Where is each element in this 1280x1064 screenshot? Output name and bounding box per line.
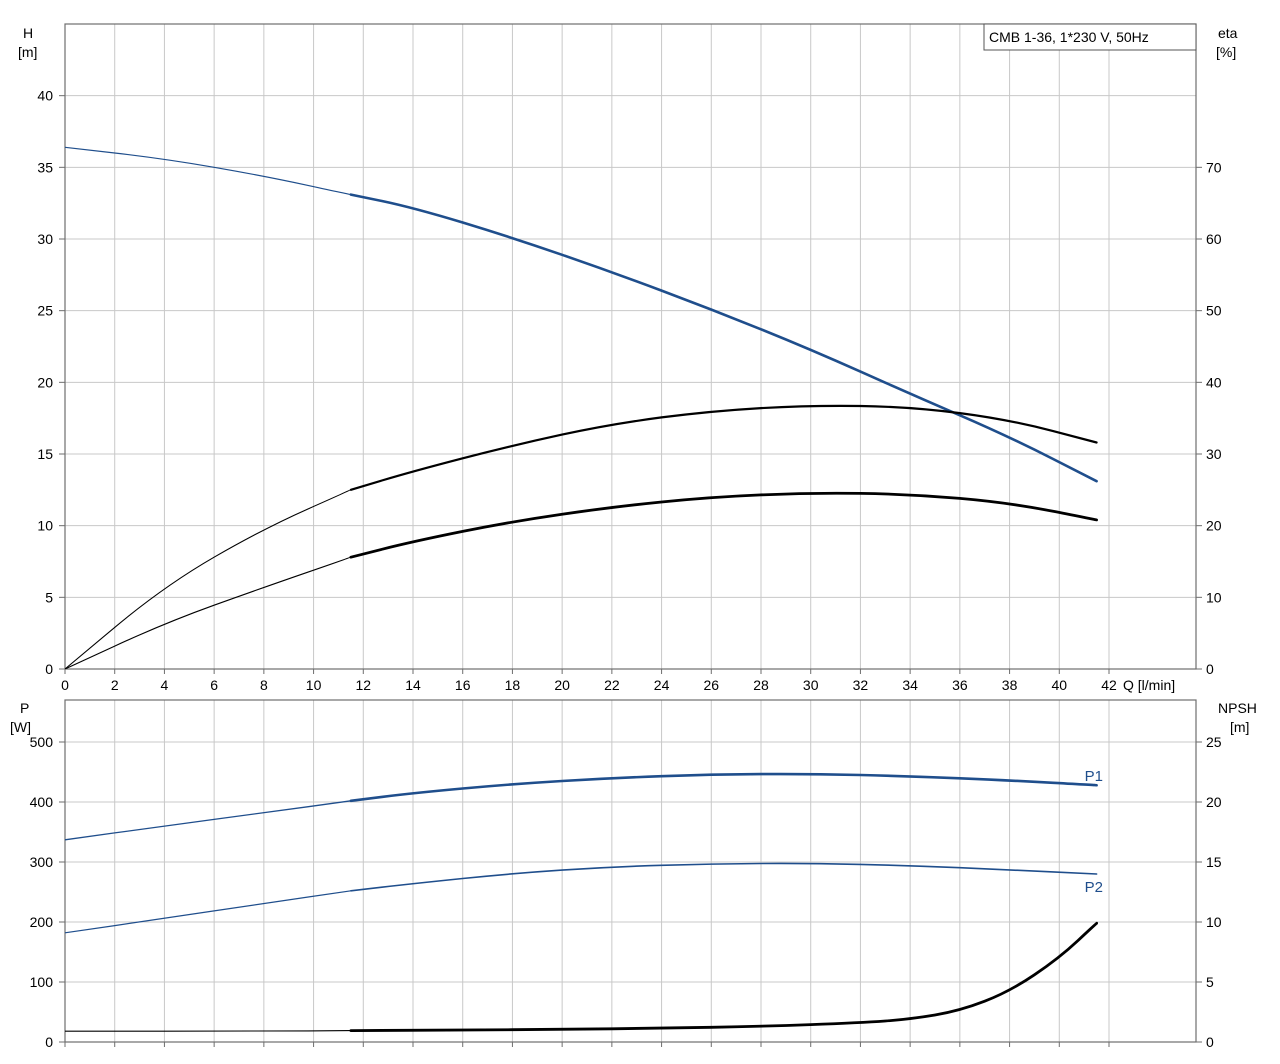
x-tick-label: 24 (654, 677, 670, 693)
y-right-unit-bottom: [m] (1230, 719, 1249, 735)
x-tick-label: 10 (306, 677, 322, 693)
series-top (64, 146, 1098, 670)
x-tick-label: 0 (61, 677, 69, 693)
y-left-tick-label: 300 (30, 854, 54, 870)
y-left-tick-label: 20 (37, 374, 53, 390)
series-line-curve-2-thin (64, 489, 352, 670)
x-tick-label: 42 (1101, 677, 1117, 693)
y-left-tick-label: 30 (37, 231, 53, 247)
y-left-tick-label: 10 (37, 518, 53, 534)
y-left-tick-label: 0 (45, 1034, 53, 1050)
x-tick-label: 32 (853, 677, 869, 693)
y-left-tick-label: 40 (37, 88, 53, 104)
y-left-tick-label: 400 (30, 794, 54, 810)
x-tick-label: 20 (554, 677, 570, 693)
y-right-tick-label: 60 (1206, 231, 1222, 247)
x-tick-label: 16 (455, 677, 471, 693)
y-right-tick-label: 20 (1206, 518, 1222, 534)
y-right-tick-label: 15 (1206, 854, 1222, 870)
series-line-p1-thin (64, 800, 351, 841)
series-line-curve-3-thin (64, 556, 352, 670)
y-right-tick-label: 20 (1206, 794, 1222, 810)
y-right-label-bottom: NPSH (1218, 700, 1257, 716)
x-tick-label: 6 (210, 677, 218, 693)
series-line-p2-thin (64, 890, 351, 934)
power-npsh-panel: P1 P2 0 100 200 300 400 500 0 5 10 15 20 25 P [W] NP… (10, 699, 1257, 1050)
x-tick-label: 22 (604, 677, 620, 693)
y-left-tick-label: 25 (37, 303, 53, 319)
y-right-tick-label: 5 (1206, 974, 1214, 990)
pump-performance-chart: 0 2 4 6 8 10 12 14 16 18 20 22 24 26 28 30 32 34 36 38 40 420… (10, 23, 1257, 1050)
y-right-unit-top: [%] (1216, 44, 1236, 60)
series-label-p1: P1 (1085, 768, 1103, 785)
y-left-label-bottom: P (20, 700, 29, 716)
series-bottom: P1 P2 (64, 768, 1103, 1032)
series-line-curve-3-thin (64, 1030, 351, 1032)
y-left-tick-label: 35 (37, 159, 53, 175)
y-left-label-top: H (23, 25, 33, 41)
x-tick-label: 26 (703, 677, 719, 693)
x-tick-label: 34 (902, 677, 918, 693)
y-left-unit-top: [m] (18, 44, 37, 60)
x-axis-label: Q [l/min] (1123, 677, 1175, 693)
y-left-tick-label: 100 (30, 974, 54, 990)
x-tick-label: 30 (803, 677, 819, 693)
x-tick-label: 4 (161, 677, 169, 693)
y-left-tick-label: 15 (37, 446, 53, 462)
y-right-tick-label: 10 (1206, 589, 1222, 605)
y-left-unit-bottom: [W] (10, 719, 31, 735)
series-label-p2: P2 (1085, 879, 1103, 896)
chart-title-box: CMB 1-36, 1*230 V, 50Hz (983, 23, 1197, 51)
y-right-tick-label: 30 (1206, 446, 1222, 462)
y-left-tick-label: 200 (30, 914, 54, 930)
y-right-tick-label: 50 (1206, 303, 1222, 319)
x-tick-label: 12 (355, 677, 371, 693)
y-right-tick-label: 0 (1206, 661, 1214, 677)
plot-frame-top (64, 23, 1197, 670)
y-right-tick-label: 25 (1206, 734, 1222, 750)
y-right-tick-label: 0 (1206, 1034, 1214, 1050)
y-left-tick-label: 0 (45, 661, 53, 677)
y-right-label-top: eta (1218, 25, 1238, 41)
grid-top (65, 24, 1196, 669)
x-tick-label: 8 (260, 677, 268, 693)
x-tick-label: 18 (505, 677, 521, 693)
x-tick-label: 38 (1002, 677, 1018, 693)
y-right-tick-label: 10 (1206, 914, 1222, 930)
x-tick-label: 28 (753, 677, 769, 693)
x-tick-label: 14 (405, 677, 421, 693)
series-line-curve-1-thin (64, 146, 352, 196)
y-left-tick-label: 500 (30, 734, 54, 750)
x-tick-label: 40 (1051, 677, 1067, 693)
y-right-tick-label: 70 (1206, 159, 1222, 175)
chart-title: CMB 1-36, 1*230 V, 50Hz (989, 29, 1149, 45)
y-left-tick-label: 5 (45, 589, 53, 605)
head-efficiency-panel: 0 2 4 6 8 10 12 14 16 18 20 22 24 26 28 30 32 34 36 38 40 420… (18, 23, 1238, 693)
x-tick-label: 36 (952, 677, 968, 693)
x-tick-label: 2 (111, 677, 119, 693)
y-right-tick-label: 40 (1206, 374, 1222, 390)
ticks-top: 0 2 4 6 8 10 12 14 16 18 20 22 24 26 28 30 32 34 36 38 40 420… (37, 88, 1221, 693)
